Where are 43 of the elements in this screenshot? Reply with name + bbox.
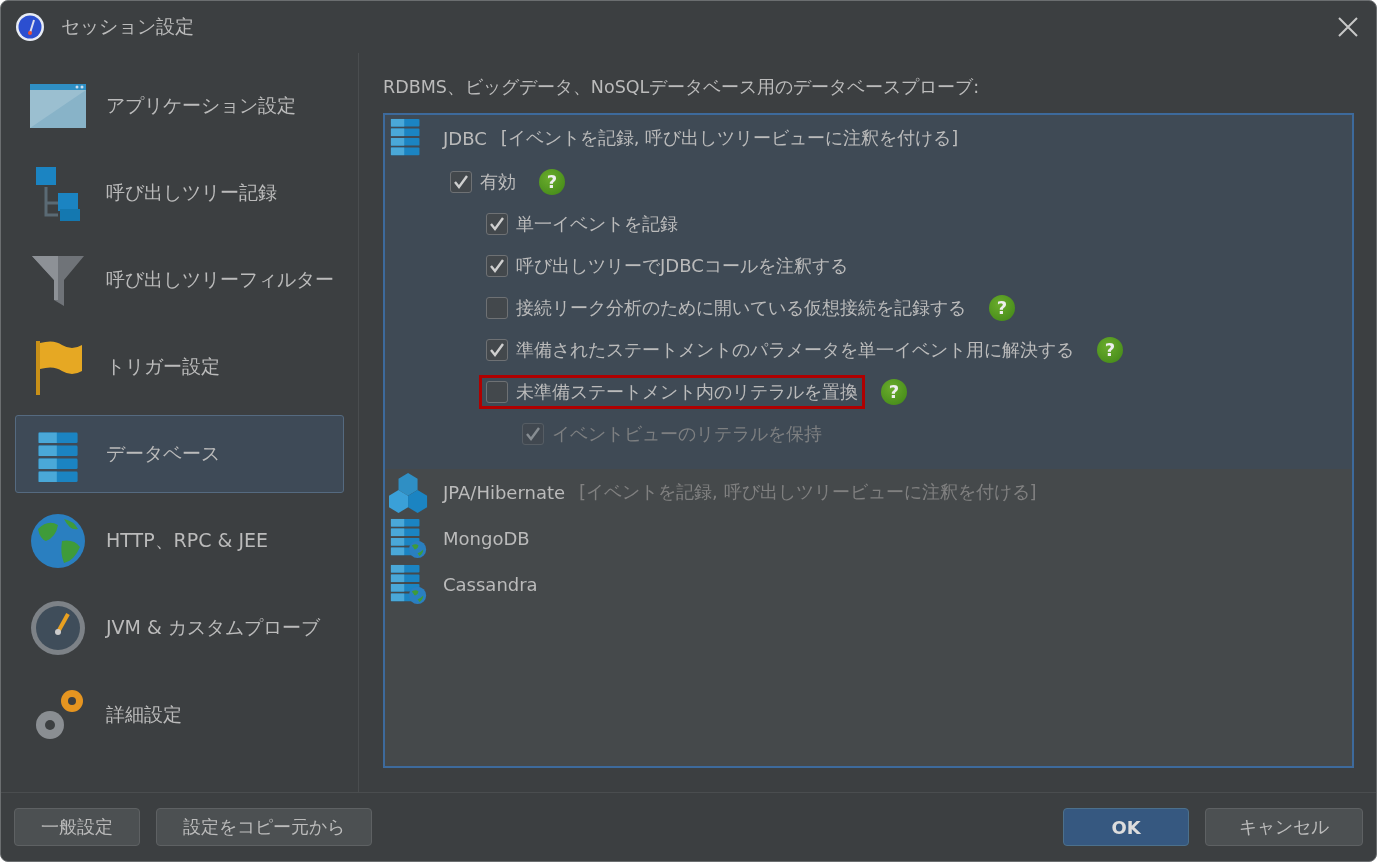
sidebar-item[interactable]: 呼び出しツリー記録 xyxy=(15,154,344,232)
probe-name[interactable]: Cassandra xyxy=(443,573,538,595)
help-icon[interactable]: ? xyxy=(1097,337,1123,363)
help-icon[interactable]: ? xyxy=(539,169,565,195)
checkbox-label: 呼び出しツリーでJDBCコールを注釈する xyxy=(516,254,848,278)
sidebar-item[interactable]: JVM & カスタムプローブ xyxy=(15,589,344,667)
gauge-icon xyxy=(28,598,88,658)
checkbox[interactable] xyxy=(486,213,508,235)
globe-icon xyxy=(28,511,88,571)
checkbox[interactable] xyxy=(450,171,472,193)
sidebar-item[interactable]: HTTP、RPC & JEE xyxy=(15,502,344,580)
database-globe-icon xyxy=(389,562,429,606)
checkbox-label: 準備されたステートメントのパラメータを単一イベント用に解決する xyxy=(516,338,1074,362)
sidebar-item[interactable]: 詳細設定 xyxy=(15,676,344,754)
gauge-icon xyxy=(15,12,45,42)
checkbox[interactable] xyxy=(486,297,508,319)
sidebar-item[interactable]: トリガー設定 xyxy=(15,328,344,406)
help-icon[interactable]: ? xyxy=(881,379,907,405)
section-heading: RDBMS、ビッグデータ、NoSQLデータベース用のデータベースプローブ: xyxy=(383,76,981,99)
sidebar-item[interactable]: データベース xyxy=(15,415,344,493)
probe-detail: [イベントを記録, 呼び出しツリービューに注釈を付ける] xyxy=(500,126,959,150)
checkbox-label: イベントビューのリテラルを保持 xyxy=(552,422,822,446)
probe-detail: [イベントを記録, 呼び出しツリービューに注釈を付ける] xyxy=(579,480,1037,504)
probe-name[interactable]: JPA/Hibernate xyxy=(443,481,566,503)
checkbox[interactable] xyxy=(486,255,508,277)
sidebar-item[interactable]: 呼び出しツリーフィルター xyxy=(15,241,344,319)
cancel-button[interactable]: キャンセル xyxy=(1205,808,1363,846)
probe-name[interactable]: MongoDB xyxy=(443,527,530,549)
checkbox[interactable] xyxy=(486,381,508,403)
checkbox-label: 単一イベントを記録 xyxy=(516,212,678,236)
footer-button[interactable]: 設定をコピー元から xyxy=(156,808,372,846)
checkbox-label: 有効 xyxy=(480,170,516,194)
window-title: セッション設定 xyxy=(61,14,195,39)
checkbox-label: 接続リーク分析のために開いている仮想接続を記録する xyxy=(516,296,966,320)
checkbox[interactable] xyxy=(486,339,508,361)
cubes-icon xyxy=(389,470,429,514)
checkbox-label: 未準備ステートメント内のリテラルを置換 xyxy=(516,380,858,404)
probe-name[interactable]: JDBC xyxy=(443,127,487,149)
sidebar-item[interactable]: アプリケーション設定 xyxy=(15,67,344,145)
database-globe-icon xyxy=(389,516,429,560)
help-icon[interactable]: ? xyxy=(989,295,1015,321)
footer-button[interactable]: 一般設定 xyxy=(14,808,140,846)
ok-button[interactable]: OK xyxy=(1063,808,1189,846)
